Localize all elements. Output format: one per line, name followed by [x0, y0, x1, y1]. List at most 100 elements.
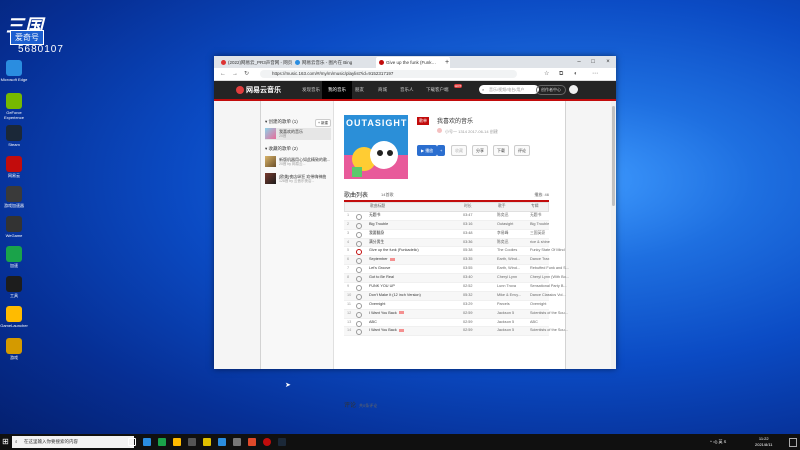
app-green-icon[interactable] — [158, 438, 166, 446]
song-artist[interactable]: 李易峰 — [497, 230, 527, 238]
task-view-icon[interactable] — [128, 438, 136, 446]
song-album[interactable]: Overnight — [530, 301, 570, 309]
table-row[interactable]: 5 Give up the funk (Funkadelic) 05:38 The C… — [344, 247, 565, 257]
sidebar-playlist-item[interactable]: [欧美]夜店纵狂 欢带嗨神曲 128首 by 云音乐夜店... — [265, 173, 331, 185]
nav-friends[interactable]: 朋友 — [349, 81, 370, 99]
song-artist[interactable]: 陈奕迅 — [497, 239, 527, 247]
play-circle-icon[interactable] — [356, 285, 362, 292]
song-title-cell[interactable]: 我要翻身 — [369, 230, 459, 238]
play-circle-icon[interactable] — [356, 311, 362, 318]
desktop-icon[interactable]: 网易云 — [0, 156, 28, 178]
play-circle-icon[interactable] — [356, 293, 362, 300]
tab-3[interactable]: Give up the funk (Funk… — [376, 57, 450, 68]
edge-icon[interactable] — [143, 438, 151, 446]
play-circle-icon[interactable] — [356, 267, 362, 274]
folder-icon[interactable] — [203, 438, 211, 446]
refresh-icon[interactable]: ↻ — [244, 70, 249, 78]
song-album[interactable]: Sensational Party B... — [530, 283, 570, 291]
play-circle-icon[interactable] — [356, 320, 362, 327]
share-button[interactable]: 分享 — [472, 145, 488, 156]
song-title-cell[interactable]: Overnight — [369, 301, 459, 309]
back-icon[interactable]: ← — [220, 70, 226, 78]
app-orange-icon[interactable] — [248, 438, 256, 446]
nav-store[interactable]: 商城 — [372, 81, 393, 99]
table-row[interactable]: 11 Overnight 03:29 Parcels Overnight — [344, 301, 549, 310]
play-circle-icon[interactable] — [356, 329, 362, 336]
song-title-cell[interactable]: Got to Be Real — [369, 274, 459, 282]
table-row[interactable]: 1 无题书 03:47 陈奕迅 无题书 — [344, 212, 549, 221]
table-row[interactable]: 9 FUNK YOU UP 02:52 Lunn Trova Sensational P… — [344, 283, 567, 292]
new-playlist-button[interactable]: + 新建 — [315, 119, 332, 127]
song-title-cell[interactable]: ABC — [369, 319, 459, 327]
table-row[interactable]: 7 Let's Groove 03:55 Earth, Wind... Rebuffed… — [344, 265, 569, 275]
desktop-icon[interactable]: 游戏加速器 — [0, 186, 28, 208]
song-artist[interactable]: Lunn Trova — [497, 283, 527, 291]
song-album[interactable]: Scientists of the Sou... — [530, 327, 570, 335]
song-artist[interactable]: Jackson 5 — [497, 319, 527, 327]
song-artist[interactable]: Cheryl Lynn — [497, 274, 527, 282]
table-row[interactable]: 14 I Want You Back 02:59 Jackson 5 Scientist… — [344, 327, 568, 337]
sidebar-playlist-item[interactable]: 我喜欢的音乐 20首 — [265, 128, 331, 140]
menu-icon[interactable]: ⋯ — [592, 70, 598, 78]
netease-taskbar-icon[interactable] — [263, 438, 271, 446]
song-artist[interactable]: Parcels — [497, 301, 527, 309]
desktop-icon[interactable]: 游戏 — [0, 338, 28, 360]
system-tray[interactable]: ^ ◁) 英 S — [710, 438, 726, 446]
download-button[interactable]: 下载 — [493, 145, 509, 156]
sidebar-playlist-item[interactable]: 新版机器用心如此精致的歌... 20首 by 网易云... — [265, 156, 331, 168]
nav-musician[interactable]: 音乐人 — [394, 81, 420, 99]
table-row[interactable]: 8 Got to Be Real 03:40 Cheryl Lynn Cheryl Ly… — [344, 274, 569, 284]
table-row[interactable]: 13 ABC 02:59 Jackson 5 ABC — [344, 319, 549, 328]
profile-icon[interactable]: ◐ — [574, 70, 578, 78]
song-title-cell[interactable]: I Want You Back — [369, 327, 459, 335]
song-title-cell[interactable]: FUNK YOU UP — [369, 283, 459, 291]
song-album[interactable]: Dance Trax — [530, 256, 570, 264]
file-explorer-icon[interactable] — [173, 438, 181, 446]
new-tab-button[interactable]: + — [442, 57, 452, 68]
comment-button[interactable]: 评论 — [514, 145, 530, 156]
desktop-icon[interactable]: GameLauncher — [0, 306, 28, 328]
start-icon[interactable]: ⊞ — [2, 437, 9, 447]
song-title-cell[interactable]: Give up the funk (Funkadelic) — [369, 247, 459, 255]
song-album[interactable]: 三国英豪 — [530, 230, 570, 238]
maximize-button[interactable]: □ — [586, 56, 600, 68]
desktop-icon[interactable]: 工具 — [0, 276, 28, 298]
play-circle-icon[interactable] — [356, 249, 362, 256]
song-artist[interactable]: Mike & Envy... — [497, 292, 527, 300]
song-album[interactable]: Funky State Of Mind — [530, 247, 570, 255]
song-title-cell[interactable]: I Want You Back — [369, 310, 459, 318]
song-album[interactable]: rice & shine — [530, 239, 570, 247]
taskbar-search-input[interactable]: ⌕ 在这里输入你要搜索的内容 — [12, 436, 134, 448]
song-artist[interactable]: Jackson 5 — [497, 310, 527, 318]
song-album[interactable]: Rebuffed Funk and S... — [530, 265, 570, 273]
song-artist[interactable]: Earth, Wind... — [497, 265, 527, 273]
tab-1[interactable]: (2022)网易云_PR3声音网 - 网页 — [218, 57, 298, 68]
song-album[interactable]: ABC — [530, 319, 570, 327]
favorites-icon[interactable]: ☆ — [544, 70, 549, 78]
collect-button[interactable]: 收藏 — [451, 145, 467, 156]
netease-logo[interactable]: 网易云音乐 — [236, 85, 281, 95]
close-button[interactable]: × — [601, 56, 615, 68]
play-circle-icon[interactable] — [356, 302, 362, 309]
add-to-queue-button[interactable]: + — [437, 145, 446, 156]
song-title-cell[interactable]: Don't Make It (12 inch Version) — [369, 292, 459, 300]
desktop-icon[interactable]: WeGame — [0, 216, 28, 238]
play-circle-icon[interactable] — [356, 258, 362, 265]
clock[interactable]: 11:22 2021/8/11 — [755, 436, 773, 448]
mv-icon[interactable] — [398, 311, 404, 315]
store-icon[interactable] — [188, 438, 196, 446]
song-album[interactable]: Big Trouble — [530, 221, 570, 229]
desktop-icon[interactable]: GeForce Experience — [0, 93, 28, 120]
play-circle-icon[interactable] — [356, 213, 362, 220]
song-title-cell[interactable]: Let's Groove — [369, 265, 459, 273]
song-album[interactable]: Cheryl Lynn (With Bo... — [530, 274, 570, 282]
nav-download[interactable]: 下载客户端 — [420, 81, 455, 99]
song-album[interactable]: 无题书 — [530, 212, 570, 220]
song-title-cell[interactable]: September — [369, 256, 459, 264]
song-title-cell[interactable]: Big Trouble — [369, 221, 459, 229]
play-circle-icon[interactable] — [356, 276, 362, 283]
song-artist[interactable]: The Coolies — [497, 247, 527, 255]
play-button[interactable]: ▶ 播放 — [417, 145, 438, 156]
desktop-icon[interactable]: 加速 — [0, 246, 28, 268]
scrollbar-thumb[interactable] — [612, 106, 615, 206]
